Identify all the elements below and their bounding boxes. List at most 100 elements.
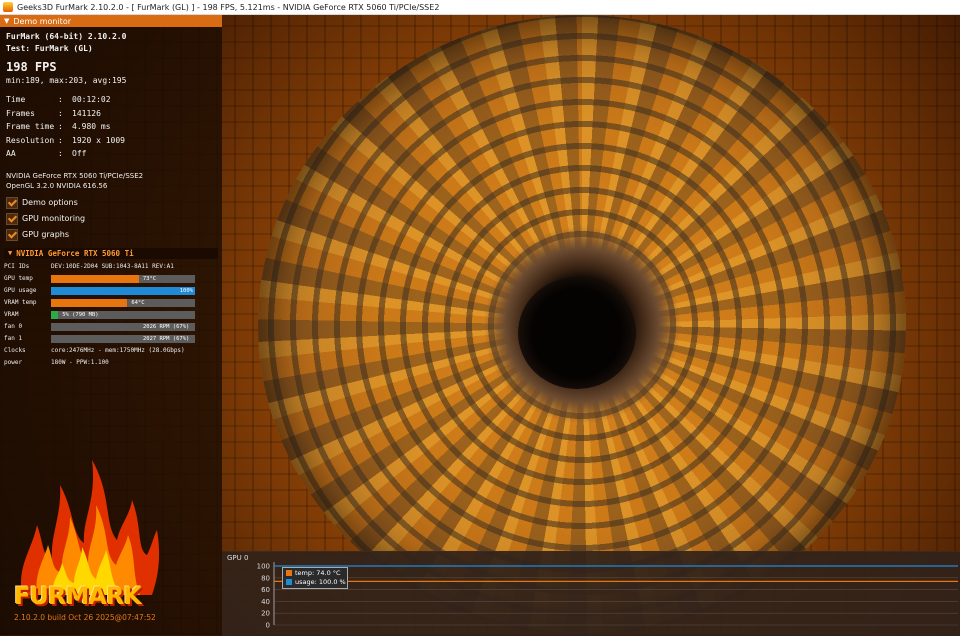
stat-row-time: Time:00:12:02 bbox=[6, 93, 216, 107]
window-title: Geeks3D FurMark 2.10.2.0 - [ FurMark (GL… bbox=[17, 2, 440, 12]
vram-temp-bar: 64°C bbox=[51, 298, 195, 307]
opengl-text: OpenGL 3.2.0 NVIDIA 616.56 bbox=[6, 181, 108, 190]
pci-value: DEV:10DE-2D04 SUB:1043-8A11 REV:A1 bbox=[51, 263, 174, 270]
collapse-triangle-icon[interactable]: ▼ bbox=[4, 17, 9, 25]
demo-options-checkbox[interactable]: Demo options bbox=[0, 195, 222, 211]
checkmark-icon[interactable] bbox=[6, 196, 18, 209]
fan0-label: fan 0 bbox=[4, 323, 23, 330]
furmark-logo-text: FURMARK bbox=[14, 582, 142, 610]
stat-separator: : bbox=[58, 135, 63, 145]
legend-usage-label: usage: 100.0 % bbox=[295, 577, 346, 586]
y-tick-label: 100 bbox=[257, 563, 270, 571]
power-label: power bbox=[4, 359, 23, 366]
clocks-label: Clocks bbox=[4, 347, 26, 354]
gpu-graph-panel: GPU 0 100 80 60 40 20 0 temp: 74.0 °C usage: … bbox=[222, 551, 960, 636]
gpu-temp-value: 73°C bbox=[142, 275, 157, 282]
y-tick-label: 0 bbox=[266, 622, 270, 630]
stat-separator: : bbox=[58, 122, 63, 131]
version-text: FurMark (64-bit) 2.10.2.0 bbox=[6, 32, 127, 41]
stat-row-aa: AA: Off bbox=[6, 147, 216, 161]
stat-label: Frames bbox=[6, 108, 35, 118]
stat-row-frames: Frames:141126 bbox=[6, 107, 216, 121]
stat-separator: : bbox=[58, 149, 63, 158]
stat-label: Time bbox=[6, 95, 26, 104]
stat-value: 1920 x 1009 bbox=[72, 135, 125, 145]
gpu-usage-label: GPU usage bbox=[4, 287, 37, 294]
gpu-temp-row: GPU temp 73°C bbox=[4, 273, 218, 285]
gpu-usage-row: GPU usage 100% bbox=[4, 285, 218, 297]
gpu-usage-bar: 100% bbox=[51, 286, 195, 295]
clocks-value: core:2476MHz - mem:1750MHz (28.0Gbps) bbox=[51, 347, 185, 354]
demo-monitor-header[interactable]: ▼ Demo monitor bbox=[0, 15, 222, 27]
fur-donut-center bbox=[518, 277, 636, 389]
gpu-graph-chart: 100 80 60 40 20 0 bbox=[257, 562, 958, 630]
legend-usage: usage: 100.0 % bbox=[283, 577, 347, 586]
legend-temp-swatch bbox=[286, 569, 292, 576]
stat-separator: : bbox=[58, 108, 63, 118]
window-titlebar[interactable]: Geeks3D FurMark 2.10.2.0 - [ FurMark (GL… bbox=[0, 0, 960, 15]
stat-value: Off bbox=[72, 149, 87, 158]
stat-value: 00:12:02 bbox=[72, 95, 111, 104]
fan0-value: 2026 RPM (67%) bbox=[143, 323, 190, 330]
vram-fill bbox=[51, 310, 59, 319]
vram-row: VRAM 5% (790 MB) bbox=[4, 309, 218, 321]
gpu-temp-bar: 73°C bbox=[51, 274, 195, 283]
gpu-monitoring-checkbox[interactable]: GPU monitoring bbox=[0, 211, 222, 227]
stats-list: Time:00:12:02 Frames:141126 Frame time:4… bbox=[6, 93, 216, 161]
checkbox-label: GPU monitoring bbox=[22, 214, 86, 223]
checkmark-icon[interactable] bbox=[6, 212, 18, 225]
build-info: 2.10.2.0 build Oct 26 2025@07:47:52 bbox=[14, 613, 156, 622]
y-tick-label: 60 bbox=[261, 586, 270, 594]
gpu-usage-value: 100% bbox=[179, 287, 193, 294]
gpu-graphs-checkbox[interactable]: GPU graphs bbox=[0, 227, 222, 243]
y-tick-label: 80 bbox=[261, 574, 270, 582]
checkmark-icon[interactable] bbox=[6, 228, 18, 241]
gpu-name: NVIDIA GeForce RTX 5060 Ti bbox=[16, 248, 134, 258]
fps-readout: 198 FPS bbox=[6, 60, 57, 74]
y-tick-label: 40 bbox=[261, 598, 270, 606]
vram-value: 5% (790 MB) bbox=[62, 311, 99, 318]
stat-label: AA bbox=[6, 149, 16, 158]
gpu-monitor-table: PCI IDs DEV:10DE-2D04 SUB:1043-8A11 REV:… bbox=[4, 261, 218, 369]
stat-label: Frame time bbox=[6, 122, 55, 131]
stat-value: 4.980 ms bbox=[72, 122, 111, 131]
vram-temp-row: VRAM temp 64°C bbox=[4, 297, 218, 309]
fan1-value: 2027 RPM (67%) bbox=[143, 335, 190, 342]
fan1-label: fan 1 bbox=[4, 335, 23, 342]
stat-value: 141126 bbox=[72, 108, 101, 118]
vram-temp-value: 64°C bbox=[131, 299, 145, 306]
collapse-triangle-icon[interactable]: ▼ bbox=[8, 249, 12, 257]
legend-usage-swatch bbox=[286, 578, 292, 585]
stat-row-resolution: Resolution:1920 x 1009 bbox=[6, 134, 216, 148]
gpu-section-header[interactable]: ▼ NVIDIA GeForce RTX 5060 Ti bbox=[4, 247, 218, 259]
gpu-temp-label: GPU temp bbox=[4, 275, 33, 282]
vram-temp-fill bbox=[51, 298, 128, 307]
vram-bar: 5% (790 MB) bbox=[51, 310, 195, 319]
clocks-row: Clocks core:2476MHz - mem:1750MHz (28.0G… bbox=[4, 345, 218, 357]
vram-temp-label: VRAM temp bbox=[4, 299, 37, 306]
stat-label: Resolution bbox=[6, 135, 55, 145]
gpu-usage-fill bbox=[51, 286, 195, 295]
fan1-row: fan 1 2027 RPM (67%) bbox=[4, 333, 218, 345]
pci-label: PCI IDs bbox=[4, 263, 30, 270]
checkbox-label: Demo options bbox=[22, 198, 78, 207]
checkbox-label: GPU graphs bbox=[22, 230, 70, 239]
demo-monitor-title: Demo monitor bbox=[13, 16, 72, 26]
y-tick-label: 20 bbox=[261, 610, 270, 618]
fps-minmax: min:189, max:203, avg:195 bbox=[6, 76, 127, 85]
fan1-bar: 2027 RPM (67%) bbox=[51, 334, 195, 343]
furmark-app-icon bbox=[3, 2, 13, 12]
legend-temp-label: temp: 74.0 °C bbox=[295, 568, 341, 577]
fan0-bar: 2026 RPM (67%) bbox=[51, 322, 195, 331]
stat-separator: : bbox=[58, 95, 63, 104]
power-row: power 180W - PPW:1.100 bbox=[4, 357, 218, 369]
gpu-temp-fill bbox=[51, 274, 139, 283]
renderer-text: NVIDIA GeForce RTX 5060 Ti/PCIe/SSE2 bbox=[6, 171, 144, 180]
fan0-row: fan 0 2026 RPM (67%) bbox=[4, 321, 218, 333]
test-name-text: Test: FurMark (GL) bbox=[6, 44, 93, 53]
vram-label: VRAM bbox=[4, 311, 19, 318]
legend-temp: temp: 74.0 °C bbox=[283, 568, 347, 577]
pci-row: PCI IDs DEV:10DE-2D04 SUB:1043-8A11 REV:… bbox=[4, 261, 218, 273]
graph-legend: temp: 74.0 °C usage: 100.0 % bbox=[282, 567, 348, 589]
stat-row-frame-time: Frame time:4.980 ms bbox=[6, 120, 216, 134]
